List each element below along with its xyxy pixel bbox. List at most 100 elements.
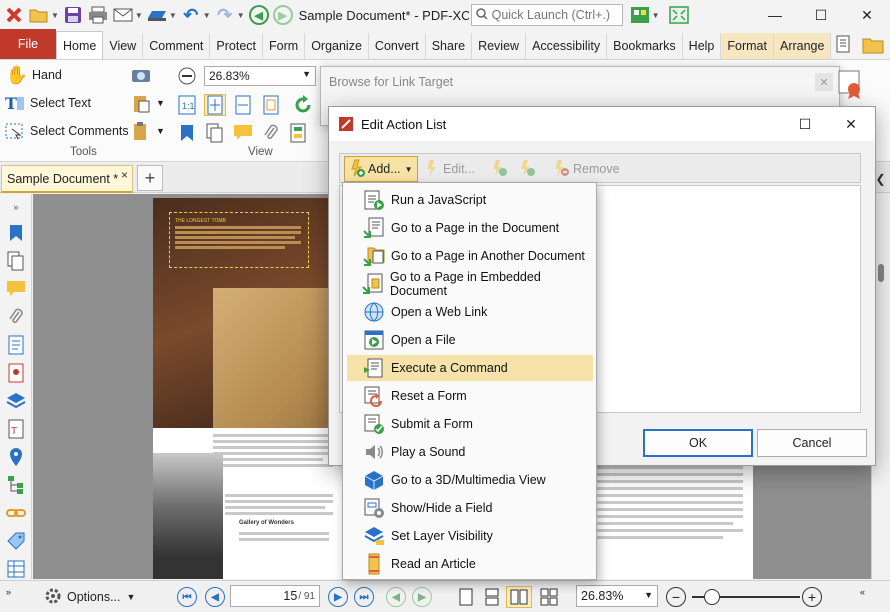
pages-icon[interactable] — [204, 122, 226, 144]
add-action-button[interactable]: Add... ▼ — [344, 156, 418, 182]
layers-icon[interactable] — [288, 122, 310, 144]
content-panel-icon[interactable]: T — [5, 418, 27, 440]
fields-panel-icon[interactable] — [5, 558, 27, 580]
single-page-icon[interactable] — [454, 586, 478, 608]
chevron-down-icon[interactable]: ▼ — [135, 11, 143, 20]
tab-review[interactable]: Review — [472, 33, 527, 59]
comments-icon[interactable] — [232, 122, 254, 144]
scrollbar-thumb[interactable] — [878, 264, 884, 282]
attachments-panel-icon[interactable] — [5, 306, 27, 328]
menu-item-open-file[interactable]: Open a File — [347, 327, 593, 353]
tab-home[interactable]: Home — [56, 31, 104, 59]
remove-action-button[interactable]: Remove — [552, 156, 620, 182]
fit-page-icon[interactable] — [204, 94, 226, 116]
collapse-icon[interactable]: » — [6, 587, 11, 597]
paste-icon[interactable] — [130, 92, 152, 114]
comments-panel-icon[interactable] — [5, 278, 27, 300]
zoom-out-icon[interactable]: − — [666, 587, 686, 607]
document-tab[interactable]: Sample Document * × — [1, 165, 133, 193]
continuous-facing-icon[interactable] — [536, 586, 562, 608]
chevron-down-icon[interactable]: ▼ — [237, 11, 245, 20]
tab-comment[interactable]: Comment — [143, 33, 211, 59]
chevron-down-icon[interactable]: ▼ — [156, 126, 165, 136]
chevron-down-icon[interactable]: ▼ — [652, 11, 660, 20]
tab-form[interactable]: Form — [263, 33, 306, 59]
tab-arrange[interactable]: Arrange — [773, 33, 832, 59]
maximize-button[interactable]: ☐ — [798, 0, 844, 30]
options-button[interactable]: Options... ▼ — [44, 585, 135, 609]
ok-button[interactable]: OK — [643, 429, 753, 457]
back-view-icon[interactable]: ◀ — [386, 587, 406, 607]
dialog-maximize-button[interactable]: ☐ — [785, 111, 825, 137]
menu-item-3d-view[interactable]: Go to a 3D/Multimedia View — [347, 467, 593, 493]
email-icon[interactable] — [112, 4, 134, 26]
properties-panel-icon[interactable] — [5, 362, 27, 384]
close-tab-icon[interactable]: × — [121, 168, 128, 182]
destinations-panel-icon[interactable] — [5, 334, 27, 356]
clipboard-icon[interactable] — [130, 120, 152, 142]
attachment-icon[interactable] — [260, 122, 282, 144]
folder-icon[interactable] — [859, 31, 887, 59]
full-screen-icon[interactable] — [668, 4, 690, 26]
dialog-close-button[interactable]: ✕ — [831, 111, 871, 137]
customize-icon[interactable] — [629, 4, 651, 26]
app-logo-icon[interactable] — [3, 4, 25, 26]
continuous-page-icon[interactable] — [480, 586, 504, 608]
tab-protect[interactable]: Protect — [210, 33, 264, 59]
fit-width-icon[interactable] — [232, 94, 254, 116]
tab-bookmarks[interactable]: Bookmarks — [607, 33, 683, 59]
menu-item-goto-other-doc[interactable]: Go to a Page in Another Document — [347, 243, 593, 269]
page-number-input[interactable]: 15 / 91 — [230, 585, 320, 607]
quick-launch-input[interactable]: Quick Launch (Ctrl+.) — [470, 4, 623, 26]
zoom-in-icon[interactable]: + — [802, 587, 822, 607]
menu-item-show-hide-field[interactable]: Show/Hide a Field — [347, 495, 593, 521]
chevron-down-icon[interactable]: ▼ — [203, 11, 211, 20]
forward-view-icon[interactable]: ▶ — [412, 587, 432, 607]
tab-accessibility[interactable]: Accessibility — [526, 33, 608, 59]
minimize-button[interactable]: — — [752, 0, 798, 30]
open-folder-icon[interactable] — [28, 4, 50, 26]
cancel-button[interactable]: Cancel — [757, 429, 867, 457]
tab-help[interactable]: Help — [683, 33, 722, 59]
new-tab-button[interactable]: + — [137, 165, 163, 191]
chevron-down-icon[interactable]: ▼ — [51, 11, 59, 20]
close-button[interactable]: ✕ — [844, 0, 890, 30]
last-page-icon[interactable]: ⏭ — [354, 587, 374, 607]
menu-item-web-link[interactable]: Open a Web Link — [347, 299, 593, 325]
tab-organize[interactable]: Organize — [305, 33, 369, 59]
select-comments-button[interactable]: Select Comments — [4, 120, 129, 142]
document-properties-icon[interactable] — [831, 31, 859, 59]
print-icon[interactable] — [87, 4, 109, 26]
edit-action-button[interactable]: Edit... — [424, 156, 475, 182]
tags-panel-icon[interactable] — [5, 530, 27, 552]
zoom-out-icon[interactable] — [176, 65, 198, 87]
menu-item-goto-embedded-doc[interactable]: Go to a Page in Embedded Document — [347, 270, 593, 298]
collapse-icon[interactable]: » — [5, 196, 27, 218]
tab-format[interactable]: Format — [721, 33, 774, 59]
snapshot-icon[interactable] — [130, 64, 152, 86]
menu-item-execute-command[interactable]: Execute a Command — [347, 355, 593, 381]
redo-icon[interactable]: ↷ — [214, 4, 236, 26]
back-icon[interactable]: ◀ — [248, 5, 269, 25]
structure-panel-icon[interactable] — [5, 474, 27, 496]
scan-icon[interactable] — [146, 4, 168, 26]
save-icon[interactable] — [62, 4, 84, 26]
certificate-icon[interactable] — [832, 66, 868, 102]
menu-item-javascript[interactable]: Run a JavaScript — [347, 187, 593, 213]
location-panel-icon[interactable] — [5, 446, 27, 468]
zoom-level-select[interactable]: 26.83% ▼ — [204, 66, 316, 86]
tab-view[interactable]: View — [103, 33, 144, 59]
hand-tool-button[interactable]: ✋ Hand — [6, 64, 62, 86]
bookmarks-panel-icon[interactable] — [5, 222, 27, 244]
zoom-select[interactable]: 26.83% ▼ — [576, 585, 658, 607]
menu-item-layer-visibility[interactable]: Set Layer Visibility — [347, 523, 593, 549]
move-down-button[interactable] — [518, 156, 536, 182]
first-page-icon[interactable]: ⏮ — [177, 587, 197, 607]
chevron-down-icon[interactable]: ▼ — [169, 11, 177, 20]
move-up-button[interactable] — [490, 156, 508, 182]
forward-icon[interactable]: ▶ — [272, 5, 293, 25]
menu-item-play-sound[interactable]: Play a Sound — [347, 439, 593, 465]
fit-visible-icon[interactable] — [260, 94, 282, 116]
select-text-button[interactable]: T Select Text — [4, 92, 91, 114]
bookmark-icon[interactable] — [176, 122, 198, 144]
